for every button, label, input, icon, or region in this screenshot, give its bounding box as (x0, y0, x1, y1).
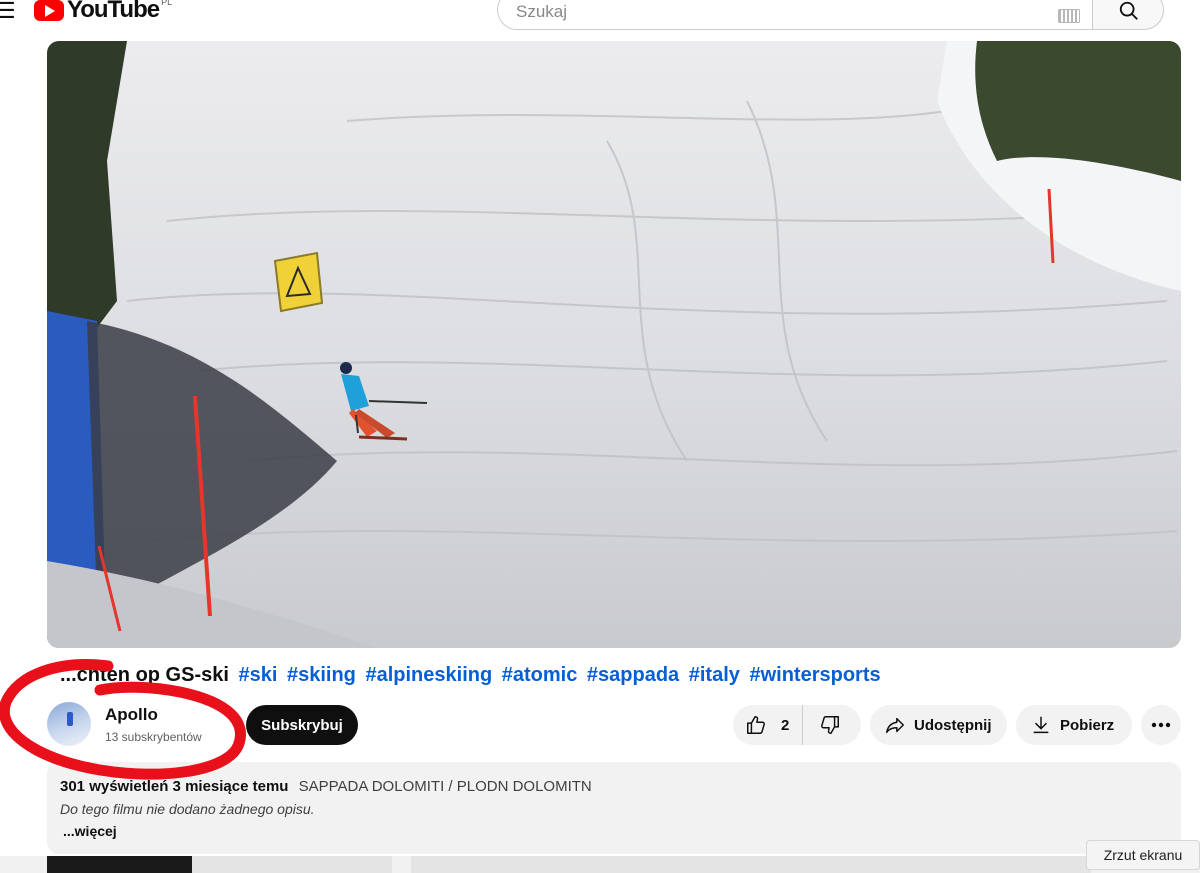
region-code: PL (161, 0, 173, 7)
share-label: Udostępnij (914, 716, 992, 734)
hashtag-link[interactable]: #italy (689, 664, 740, 686)
share-button[interactable]: Udostępnij (870, 705, 1007, 745)
download-label: Pobierz (1060, 716, 1115, 734)
channel-avatar[interactable] (47, 702, 91, 746)
keyboard-icon[interactable] (1058, 9, 1080, 23)
video-title-text: ...chten op GS-ski (60, 664, 229, 686)
search-box (497, 0, 1093, 30)
search-button[interactable] (1093, 0, 1164, 30)
recommendation-thumbnail[interactable] (192, 856, 392, 873)
thumbs-up-icon (747, 716, 765, 734)
subscribe-button[interactable]: Subskrybuj (246, 705, 358, 745)
video-frame (47, 41, 1181, 648)
video-player[interactable] (47, 41, 1181, 648)
comments-area (411, 856, 1091, 873)
description-box[interactable]: 301 wyświetleń 3 miesiące temu SAPPADA D… (47, 762, 1181, 854)
like-dislike-group: 2 (733, 705, 861, 745)
menu-icon[interactable]: ☰ (0, 0, 16, 24)
hashtag-link[interactable]: #wintersports (749, 664, 880, 686)
more-horizontal-icon (1151, 722, 1171, 728)
recommendation-thumbnail[interactable] (47, 856, 192, 873)
screenshot-tooltip: Zrzut ekranu (1086, 840, 1200, 870)
dislike-button[interactable] (803, 705, 841, 745)
views-and-date: 301 wyświetleń 3 miesiące temu (60, 778, 289, 795)
youtube-play-icon (34, 0, 64, 21)
subscriber-count: 13 subskrybentów (105, 730, 202, 744)
hashtag-link[interactable]: #sappada (587, 664, 679, 686)
channel-name[interactable]: Apollo (105, 705, 158, 725)
hashtag-link[interactable]: #atomic (502, 664, 578, 686)
view-stats: 301 wyświetleń 3 miesiące temu SAPPADA D… (60, 778, 592, 795)
search-icon (1119, 1, 1138, 20)
location-link[interactable]: SAPPADA DOLOMITI / PLODN DOLOMITN (299, 778, 592, 795)
youtube-logo[interactable]: YouTube PL (34, 0, 172, 24)
thumbs-down-icon (821, 716, 839, 734)
like-count: 2 (781, 716, 790, 734)
more-actions-button[interactable] (1141, 705, 1181, 745)
share-icon (886, 717, 904, 734)
video-title: ...chten op GS-ski #ski #skiing #alpines… (60, 664, 881, 687)
hashtag-link[interactable]: #skiing (287, 664, 356, 686)
hashtag-link[interactable]: #ski (238, 664, 277, 686)
search-input[interactable] (514, 1, 1038, 23)
hashtag-link[interactable]: #alpineskiing (365, 664, 492, 686)
logo-text: YouTube (67, 0, 160, 23)
like-button[interactable]: 2 (733, 705, 803, 745)
download-button[interactable]: Pobierz (1016, 705, 1132, 745)
description-text: Do tego filmu nie dodano żadnego opisu. (60, 801, 315, 817)
download-icon (1033, 716, 1049, 734)
show-more-link[interactable]: ...więcej (63, 823, 117, 839)
